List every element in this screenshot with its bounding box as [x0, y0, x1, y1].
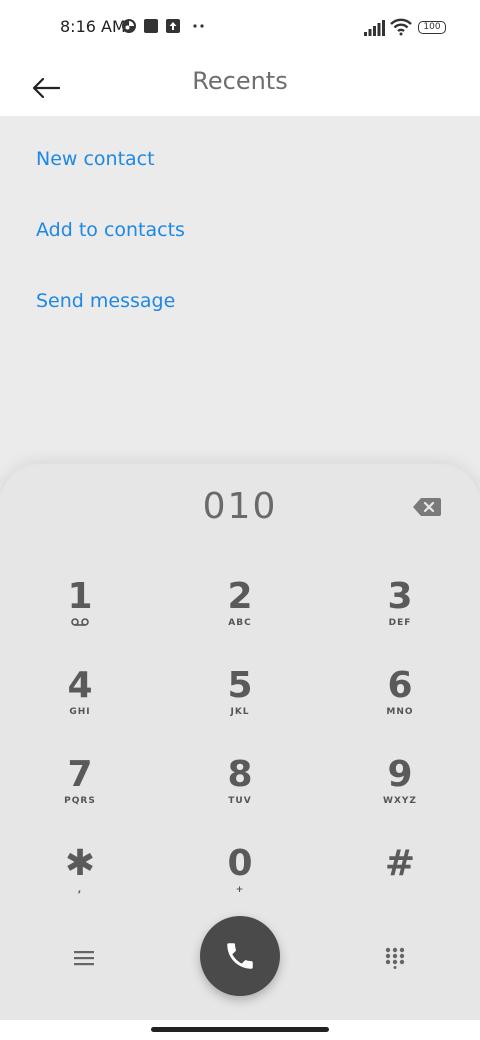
key-digit: 3	[387, 576, 413, 617]
status-time: 8:16 AM	[60, 17, 126, 36]
menu-icon	[74, 951, 94, 966]
key-3[interactable]: 3 DEF	[340, 578, 460, 658]
key-letters: +	[235, 885, 245, 895]
backspace-icon[interactable]	[412, 496, 442, 518]
home-indicator[interactable]	[151, 1027, 329, 1032]
key-letters: PQRS	[64, 796, 96, 806]
more-notifications-icon	[193, 24, 204, 28]
key-2[interactable]: 2 ABC	[180, 578, 300, 658]
key-letters: DEF	[388, 618, 412, 628]
key-digit: 5	[227, 665, 253, 706]
wifi-icon	[390, 18, 412, 36]
key-star[interactable]: ✱ ,	[20, 845, 140, 925]
dialed-number: 010	[202, 486, 278, 527]
dialpad-icon	[385, 947, 405, 969]
menu-button[interactable]	[66, 940, 102, 976]
dialer-screen: 8:16 AM 100 Recents New contact Add to c…	[0, 0, 480, 1040]
square-notification-icon	[144, 19, 158, 33]
key-letters: WXYZ	[383, 796, 417, 806]
key-letters: ABC	[228, 618, 252, 628]
voicemail-icon	[71, 618, 89, 626]
key-digit: 0	[227, 843, 253, 884]
key-letters: TUV	[228, 796, 252, 806]
key-9[interactable]: 9 WXYZ	[340, 756, 460, 836]
key-8[interactable]: 8 TUV	[180, 756, 300, 836]
app-notification-icon	[122, 19, 136, 33]
call-button[interactable]	[200, 916, 280, 996]
add-to-contacts-action[interactable]: Add to contacts	[36, 219, 185, 241]
actions-list: New contact Add to contacts Send message	[0, 116, 480, 476]
key-digit: 4	[67, 665, 93, 706]
key-0[interactable]: 0 +	[180, 845, 300, 925]
key-digit: 9	[387, 754, 413, 795]
key-digit: ✱	[64, 843, 96, 884]
key-letters: GHI	[69, 707, 91, 717]
key-digit: 8	[227, 754, 253, 795]
key-1[interactable]: 1	[20, 578, 140, 658]
key-5[interactable]: 5 JKL	[180, 667, 300, 747]
phone-icon	[227, 943, 253, 969]
navigation-bar	[0, 1020, 480, 1040]
signal-icon	[364, 20, 385, 36]
key-letters: MNO	[386, 707, 414, 717]
top-bar: Recents	[0, 56, 480, 116]
key-7[interactable]: 7 PQRS	[20, 756, 140, 836]
key-digit: 2	[227, 576, 253, 617]
key-digit: 6	[387, 665, 413, 706]
key-letters: ,	[77, 885, 83, 895]
key-hash[interactable]: #	[340, 845, 460, 925]
page-title: Recents	[192, 67, 288, 95]
battery-icon: 100	[418, 21, 446, 34]
keypad-toggle-button[interactable]	[377, 940, 413, 976]
key-4[interactable]: 4 GHI	[20, 667, 140, 747]
send-message-action[interactable]: Send message	[36, 290, 175, 312]
key-digit: 7	[67, 754, 93, 795]
key-6[interactable]: 6 MNO	[340, 667, 460, 747]
key-digit: #	[384, 843, 416, 884]
status-bar: 8:16 AM 100	[0, 0, 480, 56]
key-digit: 1	[67, 576, 93, 617]
new-contact-action[interactable]: New contact	[36, 148, 155, 170]
upload-notification-icon	[166, 19, 180, 33]
dialpad-panel: 010 1 2 ABC 3 DEF 4 GHI 5 JKL 6 MNO 7 PQ…	[0, 464, 480, 1020]
battery-level: 100	[423, 22, 441, 32]
key-letters: JKL	[230, 707, 250, 717]
